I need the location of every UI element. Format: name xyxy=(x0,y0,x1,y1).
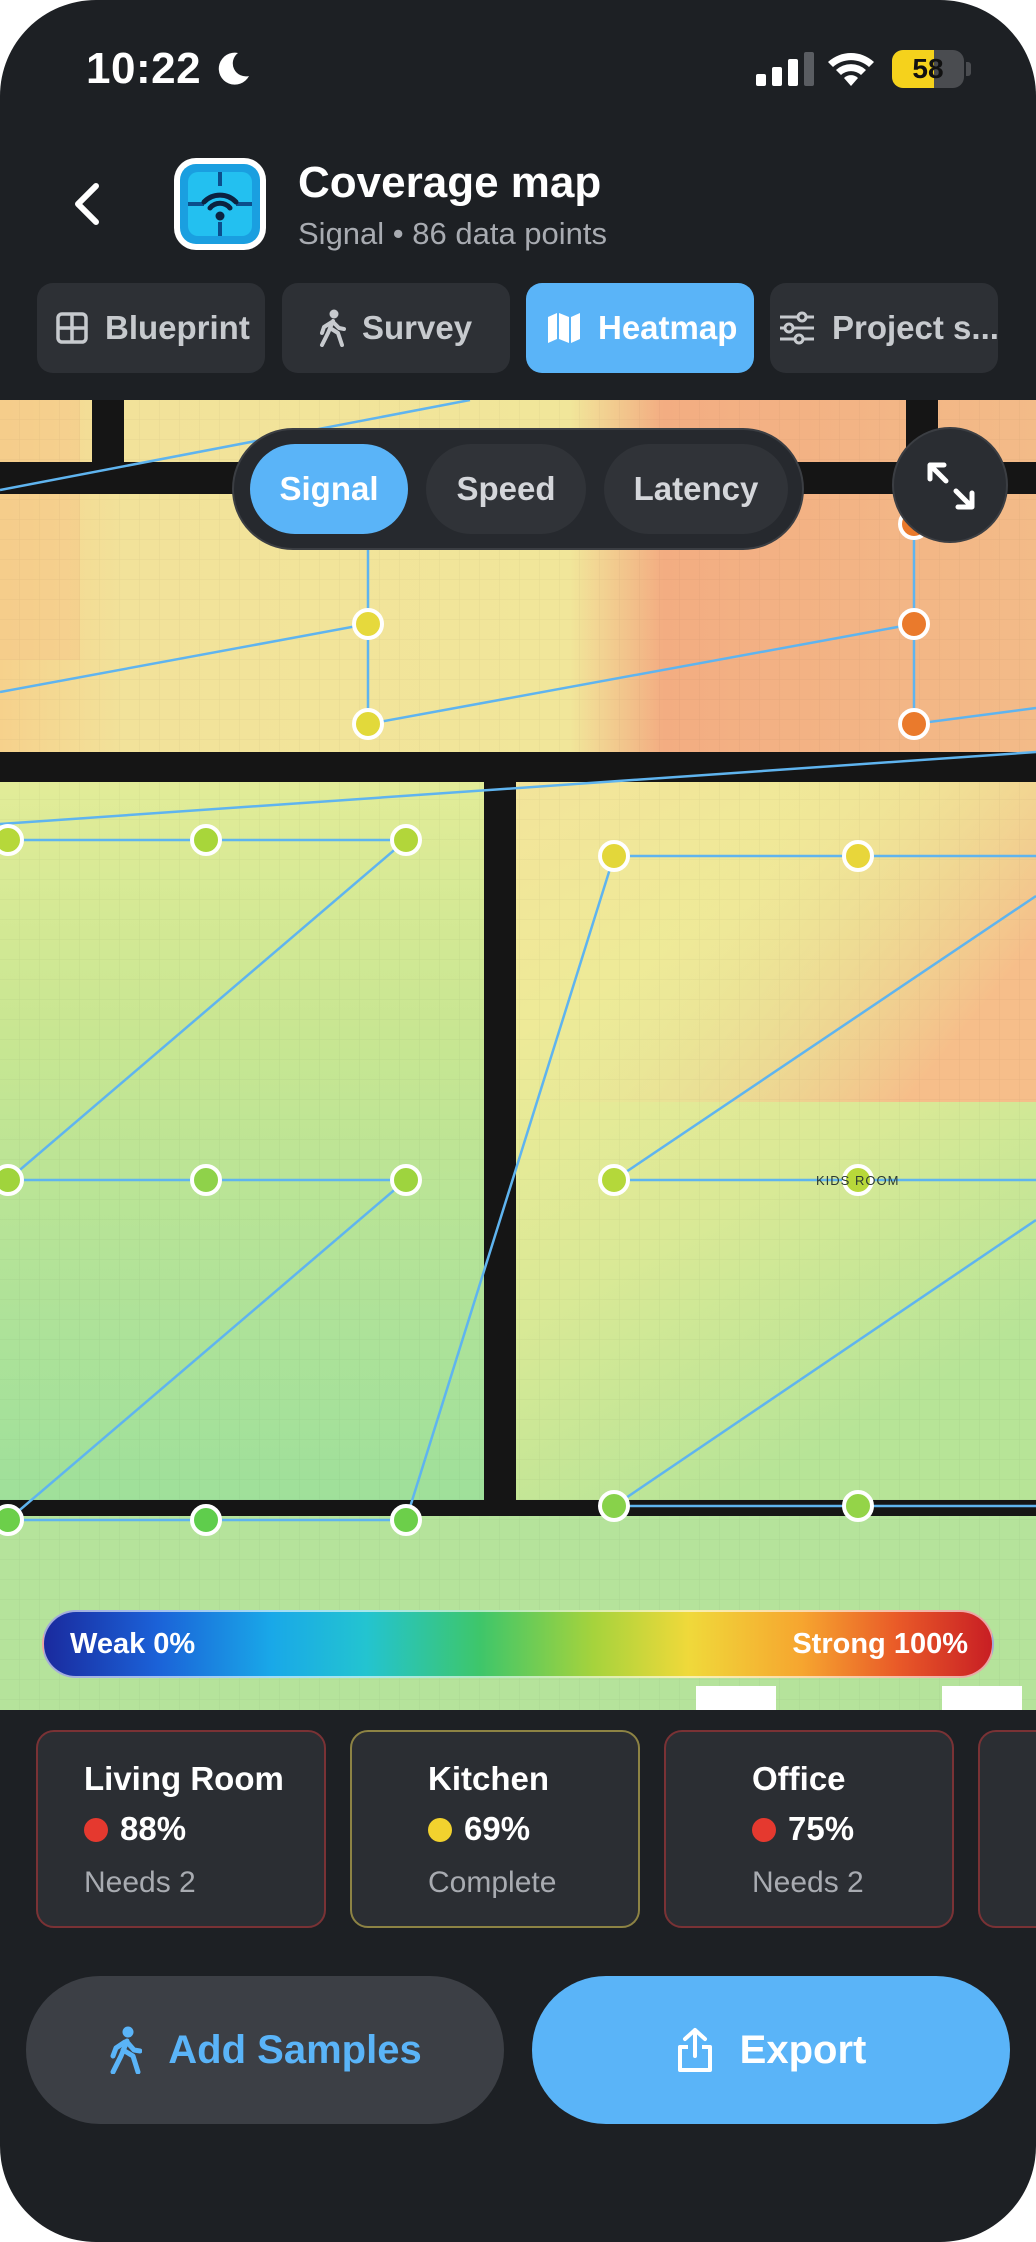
page-title: Coverage map xyxy=(298,158,602,207)
grid-icon xyxy=(56,312,88,344)
legend-max-label: Strong 100% xyxy=(792,1628,968,1660)
wifi-icon xyxy=(828,53,874,86)
battery-cap xyxy=(966,62,971,76)
status-time: 10:22 xyxy=(86,44,202,93)
room-status: Needs 2 xyxy=(84,1866,196,1899)
heatmap-view[interactable]: KIDS ROOM xyxy=(0,400,1036,1710)
expand-button[interactable] xyxy=(892,427,1008,543)
share-icon xyxy=(677,2028,712,2072)
page-subtitle: Signal • 86 data points xyxy=(298,216,608,251)
moon-icon xyxy=(218,52,249,85)
map-icon xyxy=(548,313,580,343)
tab-blueprint[interactable]: Blueprint xyxy=(37,283,265,373)
tab-label: Heatmap xyxy=(598,309,738,346)
metric-signal-button[interactable]: Signal xyxy=(250,444,408,534)
status-dot xyxy=(752,1818,776,1842)
tab-survey[interactable]: Survey xyxy=(282,283,510,373)
status-dot xyxy=(84,1818,108,1842)
room-signal-value: 75% xyxy=(788,1810,855,1847)
battery-indicator: 58 xyxy=(892,50,964,88)
legend-min-label: Weak 0% xyxy=(70,1628,196,1660)
room-signal-value: 88% xyxy=(120,1810,187,1847)
wifi-router-icon xyxy=(174,158,266,250)
room-status: Needs 2 xyxy=(752,1866,864,1899)
walking-icon xyxy=(320,309,346,347)
status-dot xyxy=(428,1818,452,1842)
room-label: KIDS ROOM xyxy=(816,1173,899,1188)
room-card-living-room[interactable]: Living Room 88% Needs 2 xyxy=(36,1730,326,1928)
expand-arrows-icon xyxy=(927,462,975,510)
cellular-bars-icon xyxy=(756,52,814,86)
legend-marker xyxy=(696,1686,776,1710)
room-signal-value: 69% xyxy=(464,1810,531,1847)
chevron-left-icon[interactable] xyxy=(62,178,114,230)
tab-label: Survey xyxy=(362,309,473,346)
status-bar: 10:22 58 xyxy=(0,0,1036,130)
tab-heatmap[interactable]: Heatmap xyxy=(526,283,754,373)
phone-screen: 10:22 58 Coverage map Signal • 86 data p… xyxy=(0,0,1036,2242)
metric-speed-button[interactable]: Speed xyxy=(426,444,586,534)
room-card-partial[interactable] xyxy=(978,1730,1036,1928)
add-samples-button[interactable]: Add Samples xyxy=(26,1976,504,2124)
sliders-icon xyxy=(780,311,814,345)
signal-legend: Weak 0% Strong 100% xyxy=(42,1610,994,1678)
tab-label: Blueprint xyxy=(105,309,250,346)
heatmap-canvas[interactable]: KIDS ROOM xyxy=(0,400,1036,1710)
battery-level: 58 xyxy=(912,53,944,84)
export-label: Export xyxy=(739,2027,867,2072)
walking-icon xyxy=(110,2026,143,2074)
metric-latency-button[interactable]: Latency xyxy=(604,444,788,534)
export-button[interactable]: Export xyxy=(532,1976,1010,2124)
room-status: Complete xyxy=(428,1866,557,1899)
metric-toggle: Signal Speed Latency xyxy=(232,428,804,550)
add-samples-label: Add Samples xyxy=(168,2027,422,2072)
room-name: Kitchen xyxy=(428,1760,550,1797)
room-name: Living Room xyxy=(84,1760,284,1797)
tab-label: Project s... xyxy=(832,309,998,346)
room-name: Office xyxy=(752,1760,846,1797)
room-card-kitchen[interactable]: Kitchen 69% Complete xyxy=(350,1730,640,1928)
legend-marker xyxy=(942,1686,1022,1710)
tab-project-settings[interactable]: Project s... xyxy=(770,283,998,373)
room-card-office[interactable]: Office 75% Needs 2 xyxy=(664,1730,954,1928)
